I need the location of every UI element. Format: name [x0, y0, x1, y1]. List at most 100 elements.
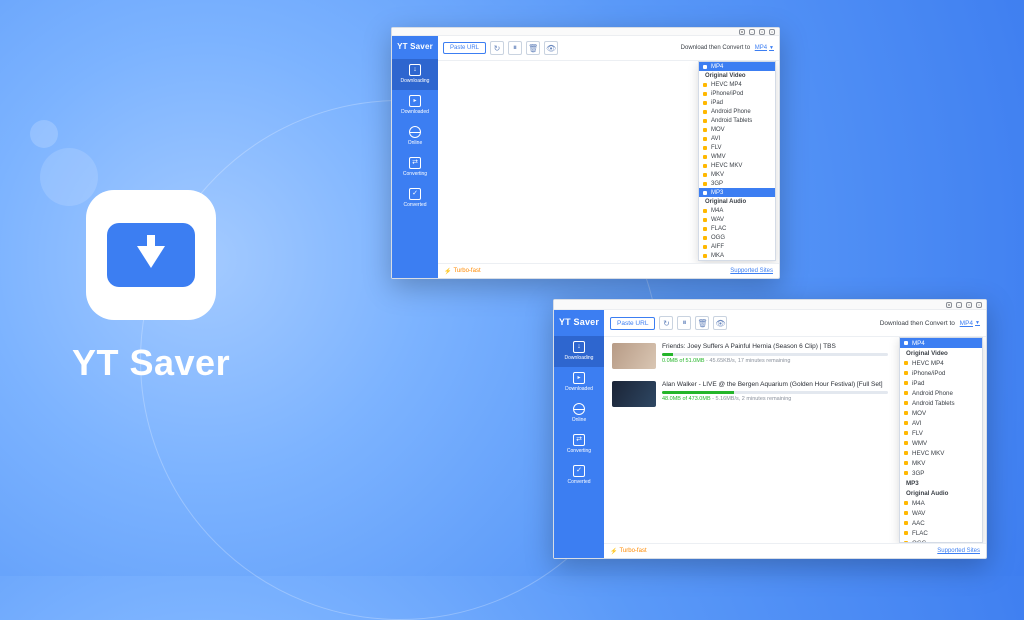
video-thumbnail [612, 343, 656, 369]
close-icon[interactable]: × [769, 29, 775, 35]
format-option[interactable]: HEVC MP4 [900, 358, 982, 368]
format-option[interactable]: OGG [699, 233, 775, 242]
format-option[interactable]: 3GP [900, 468, 982, 478]
format-option[interactable]: MKV [900, 458, 982, 468]
download-icon [409, 64, 421, 76]
format-option[interactable]: Android Phone [900, 388, 982, 398]
preview-icon[interactable]: 👁 [544, 41, 558, 55]
paste-url-button[interactable]: Paste URL [610, 317, 655, 330]
format-option[interactable]: MP4 [900, 338, 982, 348]
sidebar-item-converted[interactable]: Converted [554, 460, 604, 491]
sidebar-item-downloaded[interactable]: Downloaded [392, 90, 438, 121]
format-option[interactable]: WAV [900, 508, 982, 518]
convert-icon [409, 157, 421, 169]
format-option[interactable]: Android Tablets [900, 398, 982, 408]
format-option[interactable]: 3GP [699, 179, 775, 188]
progress-bar [662, 391, 888, 394]
format-option[interactable]: FLV [699, 143, 775, 152]
format-option[interactable]: WMV [900, 438, 982, 448]
convert-format-dropdown[interactable]: MP4▼ [755, 45, 774, 51]
format-option[interactable]: MOV [900, 408, 982, 418]
settings-icon[interactable]: ⚙ [739, 29, 745, 35]
sidebar-item-converting[interactable]: Converting [554, 429, 604, 460]
sidebar-item-label: Online [408, 140, 422, 146]
format-option[interactable]: Android Phone [699, 107, 775, 116]
format-option[interactable]: HEVC MKV [900, 448, 982, 458]
progress-bar [662, 353, 888, 356]
supported-sites-link[interactable]: Supported Sites [937, 548, 980, 554]
supported-sites-link[interactable]: Supported Sites [730, 268, 773, 274]
pause-icon[interactable]: ⏸ [677, 316, 691, 330]
format-option[interactable]: AVI [699, 134, 775, 143]
refresh-icon[interactable]: ↻ [659, 316, 673, 330]
close-icon[interactable]: × [976, 302, 982, 308]
format-option[interactable]: iPad [699, 98, 775, 107]
format-option[interactable]: AAC [900, 518, 982, 528]
format-option[interactable]: MP3 [699, 188, 775, 197]
minimize-icon[interactable]: – [956, 302, 962, 308]
format-option[interactable]: Original Video [699, 71, 775, 80]
sidebar-item-label: Downloading [565, 355, 594, 361]
format-option[interactable]: WMV [699, 152, 775, 161]
format-option[interactable]: FLAC [900, 528, 982, 538]
format-option[interactable]: Original Audio [900, 488, 982, 498]
format-option[interactable]: FLV [900, 428, 982, 438]
format-option[interactable]: iPhone/iPod [900, 368, 982, 378]
sidebar-item-label: Converting [567, 448, 591, 454]
sidebar-item-converted[interactable]: Converted [392, 183, 438, 214]
brand-block: YT Saver [72, 190, 230, 384]
format-option[interactable]: Original Video [900, 348, 982, 358]
format-option[interactable]: MOV [699, 125, 775, 134]
format-dropdown-menu[interactable]: MP4Original VideoHEVC MP4iPhone/iPodiPad… [698, 61, 776, 261]
format-option[interactable]: HEVC MP4 [699, 80, 775, 89]
delete-icon[interactable]: 🗑 [695, 316, 709, 330]
converted-icon [573, 465, 585, 477]
sidebar-item-converting[interactable]: Converting [392, 152, 438, 183]
globe-icon [573, 403, 585, 415]
format-option[interactable]: M4A [900, 498, 982, 508]
convert-icon [573, 434, 585, 446]
maximize-icon[interactable]: □ [966, 302, 972, 308]
turbo-indicator: ⚡ Turbo-fast [444, 268, 481, 275]
content-area: Friends: Joey Suffers A Painful Hernia (… [604, 337, 986, 543]
format-option[interactable]: MP3 [900, 478, 982, 488]
sidebar-item-label: Converting [403, 171, 427, 177]
format-option[interactable]: AIFF [699, 242, 775, 251]
format-option[interactable]: HEVC MKV [699, 161, 775, 170]
sidebar-item-downloading[interactable]: Downloading [554, 336, 604, 367]
sidebar-item-online[interactable]: Online [392, 121, 438, 152]
format-option[interactable]: AVI [900, 418, 982, 428]
preview-icon[interactable]: 👁 [713, 316, 727, 330]
sidebar-item-downloading[interactable]: Downloading [392, 59, 438, 90]
downloaded-icon [573, 372, 585, 384]
format-dropdown-menu[interactable]: MP4Original VideoHEVC MP4iPhone/iPodiPad… [899, 337, 983, 543]
paste-url-button[interactable]: Paste URL [443, 42, 486, 54]
format-option[interactable]: MKA [699, 251, 775, 260]
format-option[interactable]: OGG [900, 538, 982, 543]
sidebar-item-online[interactable]: Online [554, 398, 604, 429]
format-option[interactable]: iPad [900, 378, 982, 388]
minimize-icon[interactable]: – [749, 29, 755, 35]
format-option[interactable]: WAV [699, 215, 775, 224]
globe-icon [409, 126, 421, 138]
format-option[interactable]: MKV [699, 170, 775, 179]
sidebar-title: YT Saver [554, 310, 604, 336]
settings-icon[interactable]: ⚙ [946, 302, 952, 308]
format-option[interactable]: FLAC [699, 224, 775, 233]
refresh-icon[interactable]: ↻ [490, 41, 504, 55]
titlebar: ⚙ – □ × [392, 28, 779, 36]
sidebar-item-label: Converted [567, 479, 590, 485]
delete-icon[interactable]: 🗑 [526, 41, 540, 55]
format-option[interactable]: iPhone/iPod [699, 89, 775, 98]
converted-icon [409, 188, 421, 200]
content-area: MP4Original VideoHEVC MP4iPhone/iPodiPad… [438, 61, 779, 263]
format-option[interactable]: M4A [699, 206, 775, 215]
turbo-indicator: ⚡ Turbo-fast [610, 548, 647, 555]
convert-format-dropdown[interactable]: MP4▼ [960, 320, 980, 327]
sidebar-item-downloaded[interactable]: Downloaded [554, 367, 604, 398]
format-option[interactable]: Android Tablets [699, 116, 775, 125]
pause-icon[interactable]: ⏸ [508, 41, 522, 55]
maximize-icon[interactable]: □ [759, 29, 765, 35]
format-option[interactable]: Original Audio [699, 197, 775, 206]
format-option[interactable]: MP4 [699, 62, 775, 71]
